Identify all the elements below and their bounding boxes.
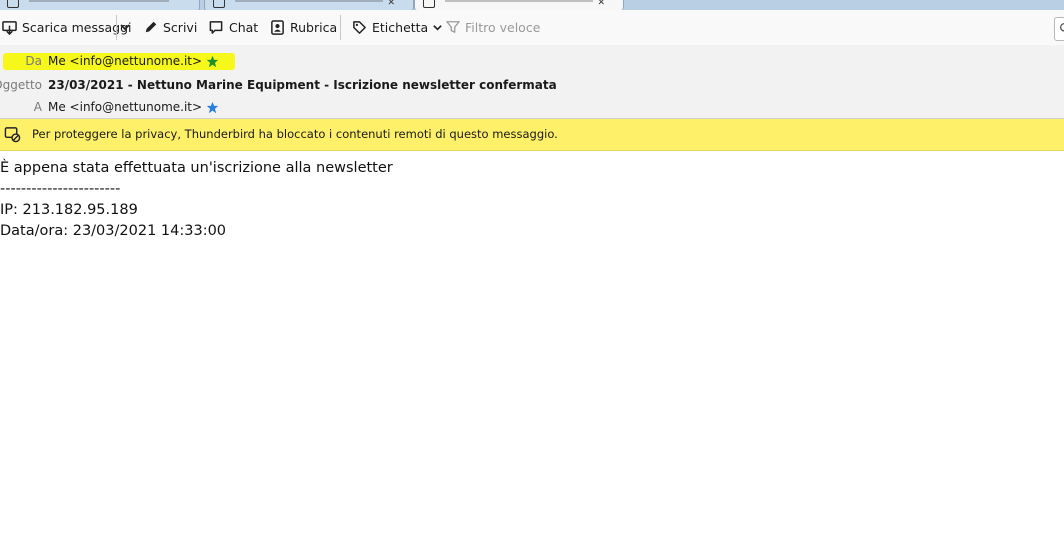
chevron-down-icon — [433, 24, 442, 31]
address-book-button[interactable]: Rubrica — [270, 16, 337, 38]
mail-tab-icon — [7, 0, 19, 8]
star-icon[interactable] — [206, 55, 219, 68]
message-body: È appena stata effettuata un'iscrizione … — [0, 158, 1060, 242]
pencil-icon — [145, 21, 157, 33]
to-label: A — [33, 100, 42, 114]
from-field[interactable]: Me <info@nettunome.it> — [48, 54, 219, 68]
tab-3-active[interactable]: ✕ — [414, 0, 624, 10]
subject-label: Oggetto — [0, 78, 42, 92]
mail-tab-icon — [423, 0, 435, 8]
chat-bubble-icon — [209, 20, 223, 34]
write-label: Scrivi — [163, 19, 198, 35]
tag-button[interactable]: Etichetta — [352, 16, 443, 38]
address-book-label: Rubrica — [290, 19, 338, 35]
body-line: È appena stata effettuata un'iscrizione … — [0, 160, 393, 176]
body-divider-line: ----------------------- — [0, 181, 121, 197]
quick-filter-label: Filtro veloce — [465, 19, 541, 35]
message-header-pane: Da Me <info@nettunome.it> Oggetto 23/03/… — [0, 45, 1064, 119]
body-line: IP: 213.182.95.189 — [0, 202, 138, 218]
privacy-blocked-icon — [4, 127, 21, 143]
tab-3-title — [445, 0, 593, 2]
tab-1-title — [29, 0, 169, 2]
from-row: Da Me <info@nettunome.it> — [0, 52, 1064, 70]
chat-label: Chat — [229, 19, 259, 35]
search-icon — [1059, 22, 1064, 32]
toolbar-divider — [340, 15, 341, 40]
write-button[interactable]: Scrivi — [144, 16, 197, 38]
get-messages-button[interactable]: Scarica messaggi — [2, 16, 131, 38]
quick-filter-button[interactable]: Filtro veloce — [446, 16, 540, 38]
main-toolbar: Scarica messaggi Scrivi Chat Rubrica Eti… — [0, 10, 1064, 46]
close-tab-icon[interactable]: ✕ — [387, 0, 395, 8]
close-tab-icon[interactable]: ✕ — [597, 0, 605, 8]
download-icon — [2, 20, 17, 35]
filter-funnel-icon — [446, 21, 460, 33]
body-line: Data/ora: 23/03/2021 14:33:00 — [0, 223, 227, 239]
tab-2-title — [235, 0, 383, 2]
address-book-icon — [271, 19, 284, 35]
from-label: Da — [25, 54, 42, 68]
toolbar-divider — [116, 15, 117, 40]
tag-label: Etichetta — [372, 19, 429, 35]
subject-value: 23/03/2021 - Nettuno Marine Equipment - … — [48, 78, 557, 92]
chevron-down-icon — [120, 24, 130, 31]
subject-row: Oggetto 23/03/2021 - Nettuno Marine Equi… — [0, 76, 1064, 94]
get-messages-dropdown[interactable] — [119, 16, 131, 38]
notification-text: Per proteggere la privacy, Thunderbird h… — [32, 127, 558, 141]
remote-content-notification[interactable]: Per proteggere la privacy, Thunderbird h… — [0, 119, 1064, 151]
to-field[interactable]: Me <info@nettunome.it> — [48, 100, 219, 114]
from-value[interactable]: Me <info@nettunome.it> — [48, 54, 202, 68]
star-icon[interactable] — [206, 101, 219, 114]
to-row: A Me <info@nettunome.it> — [0, 98, 1064, 116]
tag-icon — [353, 20, 366, 34]
chat-button[interactable]: Chat — [208, 16, 258, 38]
to-value[interactable]: Me <info@nettunome.it> — [48, 100, 202, 114]
search-input[interactable] — [1054, 17, 1064, 41]
mail-tab-icon — [213, 0, 225, 8]
